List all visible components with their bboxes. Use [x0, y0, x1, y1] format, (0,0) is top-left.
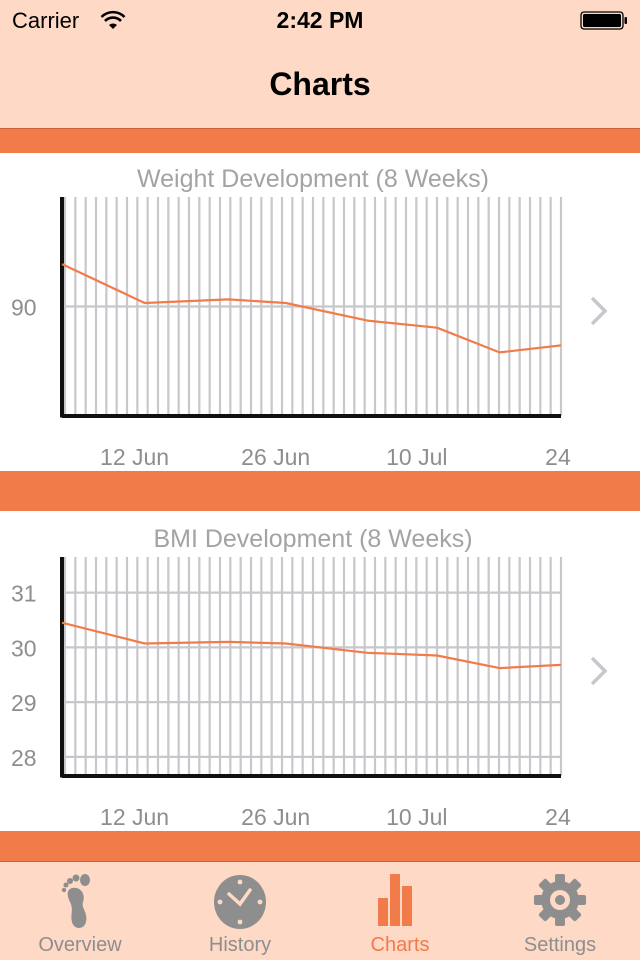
page-title: Charts [269, 66, 371, 102]
x-tick-label: 26 Jun [241, 444, 310, 470]
x-tick-label: 26 Jun [241, 804, 310, 830]
x-tick-label: 12 Jun [100, 444, 169, 470]
status-bar: Carrier 2:42 PM [0, 0, 640, 40]
y-tick-label: 29 [11, 690, 37, 716]
section-divider [0, 831, 640, 862]
clock-icon [214, 875, 266, 929]
x-tick-label: 10 Jul [386, 804, 447, 830]
footprint-icon [61, 874, 90, 928]
tab-label: History [208, 934, 272, 956]
y-tick-label: 30 [11, 635, 37, 661]
x-tick-label: 12 Jun [100, 804, 169, 830]
weight-line-chart: 90 12 Jun 26 Jun 10 Jul 24 [11, 197, 571, 470]
section-divider [0, 471, 640, 511]
tab-label: Overview [38, 934, 122, 956]
y-tick-label: 31 [11, 581, 37, 607]
bmi-line-chart: 28 29 30 31 12 Jun 26 Jun 10 Jul 24 [11, 557, 571, 830]
tab-history[interactable]: History [160, 862, 320, 960]
x-tick-label: 24 [545, 804, 571, 830]
tab-charts[interactable]: Charts [320, 862, 480, 960]
section-divider [0, 128, 640, 153]
bar-chart-icon [378, 874, 412, 926]
battery-full-icon [580, 11, 627, 30]
chevron-right-icon[interactable] [588, 294, 610, 328]
tab-label: Settings [523, 934, 597, 956]
header: Carrier 2:42 PM Charts [0, 0, 640, 128]
tab-bar: Overview History Charts Settings [0, 862, 640, 960]
chevron-right-icon[interactable] [588, 654, 610, 688]
x-tick-label: 10 Jul [386, 444, 447, 470]
y-tick-label: 90 [11, 295, 37, 321]
y-tick-label: 28 [11, 745, 37, 771]
tab-overview[interactable]: Overview [0, 862, 160, 960]
status-time: 2:42 PM [276, 7, 364, 33]
tab-settings[interactable]: Settings [480, 862, 640, 960]
x-tick-label: 24 [545, 444, 571, 470]
tab-label: Charts [370, 934, 430, 956]
gear-icon [534, 874, 586, 926]
